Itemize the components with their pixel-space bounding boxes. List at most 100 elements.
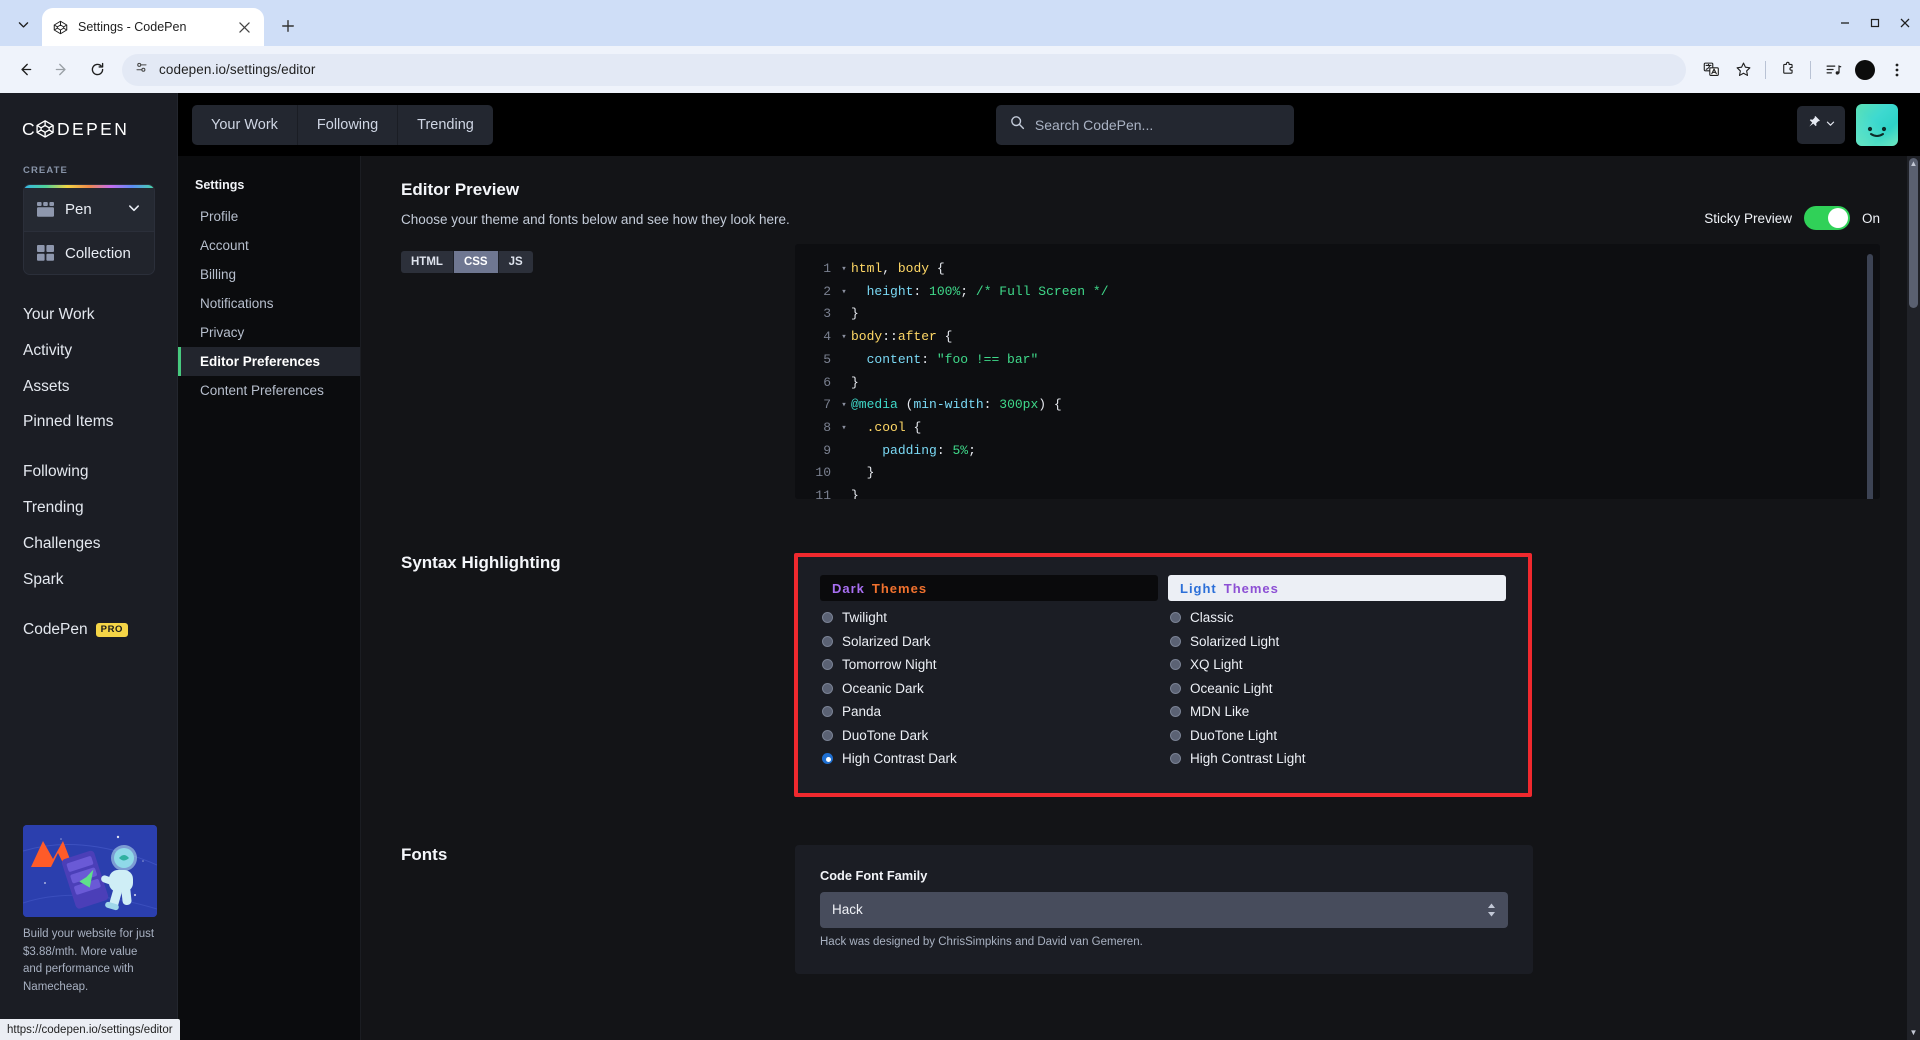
close-icon[interactable] [234,17,254,37]
reload-icon[interactable] [80,53,114,87]
radio-icon[interactable] [822,612,833,624]
theme-option-high-contrast-dark[interactable]: High Contrast Dark [820,747,1158,771]
codepen-wordmark-logo[interactable]: C DEPEN [0,93,177,139]
sidebar-item-profile[interactable]: Profile [178,202,360,231]
sidebar-item-assets[interactable]: Assets [0,369,177,405]
tab-your-work[interactable]: Your Work [192,104,298,145]
avatar[interactable] [1856,103,1898,146]
sidebar-item-privacy[interactable]: Privacy [178,318,360,347]
toggle-knob [1827,208,1848,228]
translate-icon[interactable] [1696,55,1726,85]
theme-option-classic[interactable]: Classic [1168,606,1506,630]
sidebar-item-content-preferences[interactable]: Content Preferences [178,376,360,405]
radio-icon[interactable] [822,635,833,647]
site-settings-icon[interactable] [134,60,149,80]
radio-icon[interactable] [1170,682,1181,694]
theme-option-duotone-light[interactable]: DuoTone Light [1168,724,1506,748]
theme-option-duotone-dark[interactable]: DuoTone Dark [820,724,1158,748]
sidebar-item-editor-preferences[interactable]: Editor Preferences [178,347,360,376]
theme-option-panda[interactable]: Panda [820,700,1158,724]
sidebar-item-codepen-pro[interactable]: CodePen PRO [0,612,177,648]
radio-icon[interactable] [1170,659,1181,671]
sidebar-promo-ad[interactable]: Build your website for just $3.88/mth. M… [23,825,157,996]
theme-option-oceanic-dark[interactable]: Oceanic Dark [820,677,1158,701]
radio-icon-selected[interactable] [822,753,833,765]
radio-icon[interactable] [822,729,833,741]
page-scrollbar-thumb[interactable] [1909,158,1918,308]
theme-option-solarized-light[interactable]: Solarized Light [1168,630,1506,654]
browser-tab[interactable]: Settings - CodePen [42,8,264,46]
theme-label: MDN Like [1190,704,1250,720]
create-pen-button[interactable]: Pen [24,188,154,231]
tab-css[interactable]: CSS [453,251,499,273]
settings-heading: Settings [195,178,245,192]
search-input[interactable]: Search CodePen... [995,104,1294,145]
radio-icon[interactable] [822,659,833,671]
tab-html[interactable]: HTML [401,251,454,273]
sidebar-item-activity[interactable]: Activity [0,333,177,369]
address-bar[interactable]: codepen.io/settings/editor [122,53,1686,86]
create-collection-label: Collection [65,244,131,262]
media-playlist-icon[interactable] [1818,55,1848,85]
code-font-family-select[interactable]: Hack [820,891,1508,928]
radio-icon[interactable] [1170,729,1181,741]
theme-option-solarized-dark[interactable]: Solarized Dark [820,630,1158,654]
scroll-down-arrow-icon[interactable]: ▼ [1908,1028,1919,1037]
profile-avatar-icon[interactable] [1850,55,1880,85]
minimize-icon[interactable] [1830,8,1860,38]
content-column: Your Work Following Trending Search Code… [178,93,1920,1040]
sidebar-item-account[interactable]: Account [178,231,360,260]
tab-js[interactable]: JS [498,251,533,273]
sidebar-nav: Your Work Activity Assets Pinned Items F… [0,275,177,647]
chevron-down-icon[interactable] [127,201,141,219]
editor-preview-titleblock: Editor Preview Choose your theme and fon… [401,180,795,499]
sidebar-item-challenges[interactable]: Challenges [0,526,177,562]
theme-option-mdn-like[interactable]: MDN Like [1168,700,1506,724]
radio-icon[interactable] [1170,612,1181,624]
section-title-fonts: Fonts [401,844,448,864]
radio-icon[interactable] [1170,753,1181,765]
global-sidebar: C DEPEN CREATE Pen Collection Your Work … [0,93,180,1040]
arrow-back-icon[interactable] [8,53,42,87]
sidebar-item-pinned-items[interactable]: Pinned Items [0,404,177,440]
theme-option-high-contrast-light[interactable]: High Contrast Light [1168,747,1506,771]
settings-main: Editor Preview Choose your theme and fon… [361,156,1920,1040]
create-collection-button[interactable]: Collection [24,231,154,274]
sidebar-item-spark[interactable]: Spark [0,562,177,598]
radio-icon[interactable] [1170,706,1181,718]
sticky-preview-label: Sticky Preview [1704,210,1792,226]
sidebar-item-notifications[interactable]: Notifications [178,289,360,318]
maximize-icon[interactable] [1860,8,1890,38]
sidebar-item-billing[interactable]: Billing [178,260,360,289]
bookmark-star-icon[interactable] [1728,55,1758,85]
theme-option-tomorrow-night[interactable]: Tomorrow Night [820,653,1158,677]
chrome-menu-icon[interactable] [1882,55,1912,85]
tab-following[interactable]: Following [297,104,399,145]
sticky-preview-toggle[interactable] [1803,206,1850,230]
tab-strip: Settings - CodePen [0,0,1920,46]
extensions-puzzle-icon[interactable] [1773,55,1803,85]
radio-icon[interactable] [1170,635,1181,647]
tab-trending[interactable]: Trending [398,104,493,145]
tab-search-dropdown-icon[interactable] [6,7,40,41]
create-pen-label: Pen [65,201,92,218]
theme-label: Solarized Light [1190,633,1280,649]
theme-option-xq-light[interactable]: XQ Light [1168,653,1506,677]
code-preview-editor[interactable]: 1 ▾ html, body { 2 ▾ height: 100%; /* Full … [795,244,1880,499]
close-window-icon[interactable] [1890,8,1920,38]
light-themes-column: Light Themes Classic Solarized Light XQ … [1168,575,1506,771]
pin-menu-button[interactable] [1797,105,1845,144]
new-tab-button[interactable] [272,10,304,42]
editor-scrollbar[interactable] [1867,254,1873,499]
radio-icon[interactable] [822,682,833,694]
theme-option-twilight[interactable]: Twilight [820,606,1158,630]
sidebar-item-your-work[interactable]: Your Work [0,297,177,333]
dark-themes-word-2: Themes [871,580,928,596]
section-title-syntax: Syntax Highlighting [401,553,561,572]
sidebar-item-following[interactable]: Following [0,454,177,490]
scroll-up-arrow-icon[interactable]: ▲ [1908,159,1919,168]
sidebar-item-trending[interactable]: Trending [0,490,177,526]
theme-option-oceanic-light[interactable]: Oceanic Light [1168,677,1506,701]
codepen-logo-icon [52,19,69,36]
radio-icon[interactable] [822,706,833,718]
